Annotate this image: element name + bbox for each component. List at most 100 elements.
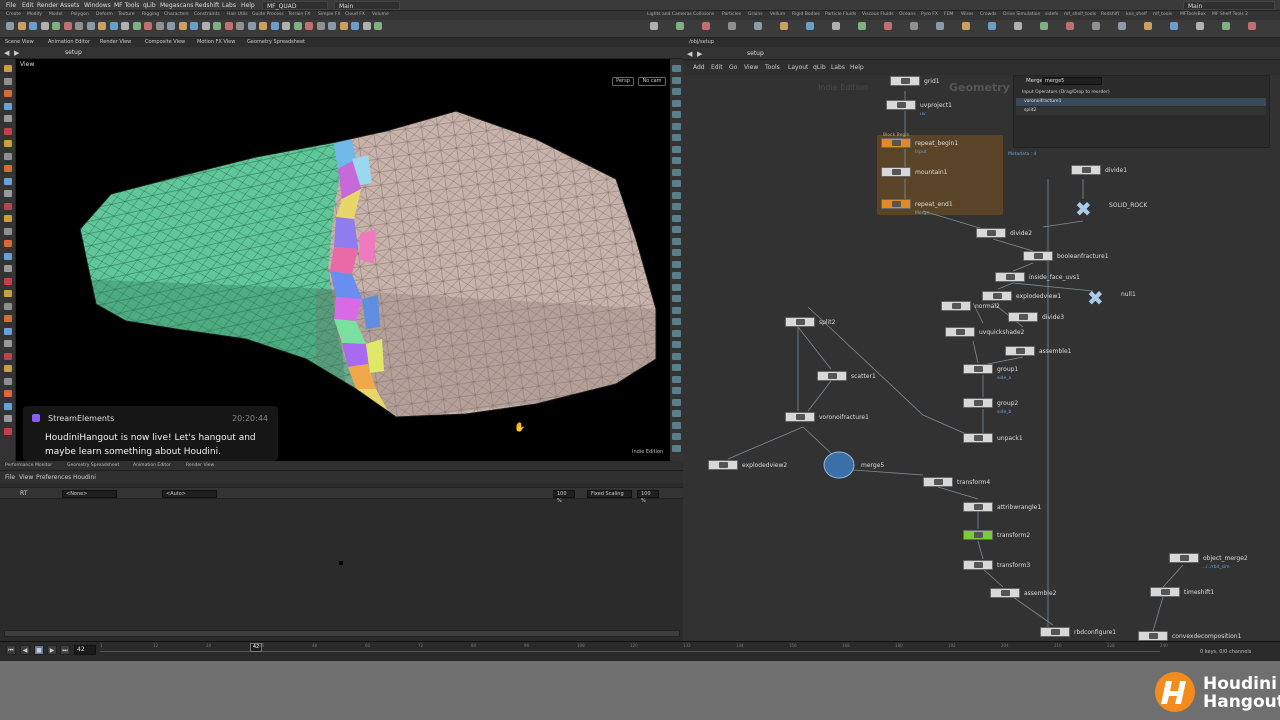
shelf-tool-icon[interactable] bbox=[63, 22, 72, 30]
net-menu-edit[interactable]: Edit bbox=[711, 64, 723, 71]
viewport-tool-icon[interactable] bbox=[4, 427, 12, 435]
shelf-tab-wires[interactable]: Wires bbox=[961, 12, 973, 17]
shelf-tool-icon[interactable] bbox=[86, 22, 95, 30]
shelf-tool-icon[interactable] bbox=[1118, 22, 1126, 30]
shelf-tool-icon[interactable] bbox=[936, 22, 944, 30]
network-path-tab[interactable]: /obj/setup bbox=[689, 39, 714, 45]
node-solid-rock[interactable]: ✖ bbox=[1075, 199, 1092, 219]
net-menu-add[interactable]: Add bbox=[693, 64, 705, 71]
shelf-tab-particles[interactable]: Particles bbox=[722, 12, 741, 17]
shelf-tab-redshift[interactable]: Redshift bbox=[1101, 12, 1119, 17]
display-option-icon[interactable] bbox=[672, 318, 681, 325]
shelf-tool-icon[interactable] bbox=[247, 22, 256, 30]
display-option-icon[interactable] bbox=[672, 157, 681, 164]
shelf-tab-sidefx[interactable]: sidefx bbox=[1045, 12, 1058, 17]
display-option-icon[interactable] bbox=[672, 341, 681, 348]
node-explodedview2[interactable] bbox=[708, 460, 738, 470]
display-option-icon[interactable] bbox=[672, 272, 681, 279]
node-repeat-begin1[interactable] bbox=[881, 138, 911, 148]
shelf-tab-pyro-fx[interactable]: Pyro FX bbox=[921, 12, 938, 17]
tab-animation-editor[interactable]: Animation Editor bbox=[133, 463, 171, 468]
step-back-button[interactable]: ◀ bbox=[20, 645, 30, 655]
shelf-tool-icon[interactable] bbox=[351, 22, 359, 30]
shelf-tool-icon[interactable] bbox=[780, 22, 788, 30]
shelf-tool-icon[interactable] bbox=[1066, 22, 1074, 30]
node-null1[interactable]: ✖ bbox=[1087, 288, 1104, 308]
display-option-icon[interactable] bbox=[672, 387, 681, 394]
shelf-tab-rigid-bodies[interactable]: Rigid Bodies bbox=[792, 12, 820, 17]
display-option-icon[interactable] bbox=[672, 249, 681, 256]
display-option-icon[interactable] bbox=[672, 444, 681, 452]
shelf-tool-icon[interactable] bbox=[201, 22, 210, 30]
frame-field[interactable]: 42 bbox=[74, 645, 96, 655]
shelf-tab-mftoolsbox[interactable]: MFToolsBox bbox=[1180, 12, 1206, 17]
shelf-tool-icon[interactable] bbox=[728, 22, 736, 30]
param-node-name[interactable]: merge5 bbox=[1042, 77, 1102, 85]
shelf-tab-polygon[interactable]: Polygon bbox=[71, 12, 89, 17]
display-option-icon[interactable] bbox=[672, 214, 681, 222]
shelf-tool-icon[interactable] bbox=[1092, 22, 1100, 30]
shelf-tool-icon[interactable] bbox=[155, 22, 164, 30]
display-option-icon[interactable] bbox=[672, 352, 681, 360]
viewport-tool-icon[interactable] bbox=[4, 165, 12, 172]
shelf-tool-icon[interactable] bbox=[52, 22, 60, 30]
shelf-tool-icon[interactable] bbox=[224, 22, 233, 30]
shelf-tool-icon[interactable] bbox=[270, 22, 279, 30]
desktop-selector[interactable]: MF_QUAD bbox=[262, 1, 328, 10]
net-menu-labs[interactable]: Labs bbox=[831, 64, 845, 71]
shelf-tool-icon[interactable] bbox=[144, 22, 152, 30]
jump-end-button[interactable]: ⏭ bbox=[60, 645, 70, 655]
viewport-tool-icon[interactable] bbox=[4, 390, 12, 397]
shelf-tool-icon[interactable] bbox=[190, 22, 198, 30]
viewport-tool-icon[interactable] bbox=[4, 415, 12, 422]
forward-arrow-icon[interactable]: ▶ bbox=[14, 49, 19, 57]
display-option-icon[interactable] bbox=[672, 433, 681, 440]
viewport-tool-icon[interactable] bbox=[4, 302, 12, 310]
shelf-tab-mf-shelf-tools-2[interactable]: MF Shelf Tools 2 bbox=[1212, 12, 1248, 17]
shelf-tab-lights-cameras[interactable]: Lights and Cameras bbox=[647, 12, 692, 17]
display-option-icon[interactable] bbox=[672, 65, 681, 72]
shelf-tool-icon[interactable] bbox=[754, 22, 762, 30]
display-option-icon[interactable] bbox=[672, 329, 681, 337]
shelf-tab-constraints[interactable]: Constraints bbox=[194, 12, 220, 17]
display-option-icon[interactable] bbox=[672, 226, 681, 233]
shelf-tab-kns-shelf[interactable]: kns_shelf bbox=[1126, 12, 1147, 17]
shelf-tool-icon[interactable] bbox=[29, 22, 37, 30]
shelf-tool-icon[interactable] bbox=[362, 22, 371, 30]
bp-menu-houdini[interactable]: Houdini bbox=[73, 474, 96, 481]
shelf-tab-create[interactable]: Create bbox=[6, 12, 21, 17]
pane-tab-composite-view[interactable]: Composite View bbox=[145, 39, 185, 45]
zoom-field-1[interactable]: 100 % bbox=[553, 490, 575, 504]
shelf-tool-icon[interactable] bbox=[316, 22, 325, 30]
shelf-tool-icon[interactable] bbox=[167, 22, 175, 30]
node-assemble2[interactable] bbox=[990, 588, 1020, 598]
shelf-tab-characters[interactable]: Characters bbox=[164, 12, 189, 17]
viewport-tool-icon[interactable] bbox=[4, 340, 12, 347]
menu-megascans[interactable]: Megascans bbox=[160, 2, 193, 9]
shelf-tool-icon[interactable] bbox=[806, 22, 814, 30]
viewport-tool-icon[interactable] bbox=[4, 240, 12, 247]
node-uvproject1[interactable] bbox=[886, 100, 916, 110]
node-divide2[interactable] bbox=[976, 228, 1006, 238]
viewport-tool-icon[interactable] bbox=[4, 127, 12, 135]
net-back-icon[interactable]: ◀ bbox=[687, 50, 692, 58]
shelf-tab-crowds[interactable]: Crowds bbox=[980, 12, 997, 17]
shelf-tab-deform[interactable]: Deform bbox=[96, 12, 113, 17]
node-rbdconfigure1[interactable] bbox=[1040, 627, 1070, 637]
node-transform2[interactable] bbox=[963, 530, 993, 540]
shelf-tool-icon[interactable] bbox=[910, 22, 918, 30]
pane-tab-scene-view[interactable]: Scene View bbox=[5, 39, 34, 45]
viewport-tool-icon[interactable] bbox=[4, 177, 12, 185]
display-option-icon[interactable] bbox=[672, 88, 681, 95]
viewport-tool-icon[interactable] bbox=[4, 202, 12, 210]
viewport-tool-icon[interactable] bbox=[4, 77, 12, 85]
node-inside-face-uvs1[interactable] bbox=[995, 272, 1025, 282]
shelf-tool-icon[interactable] bbox=[650, 22, 658, 30]
timeline-bar[interactable]: 42 1 12 24 36 48 60 72 84 96 108 120 132 144 156 168 18… bbox=[100, 643, 1168, 657]
display-option-icon[interactable] bbox=[672, 99, 681, 107]
shelf-tool-icon[interactable] bbox=[1040, 22, 1048, 30]
shelf-tool-icon[interactable] bbox=[988, 22, 996, 30]
shelf-tab-particle-fluids[interactable]: Particle Fluids bbox=[825, 12, 856, 17]
shelf-tool-icon[interactable] bbox=[676, 22, 684, 30]
shelf-tool-icon[interactable] bbox=[328, 22, 336, 30]
